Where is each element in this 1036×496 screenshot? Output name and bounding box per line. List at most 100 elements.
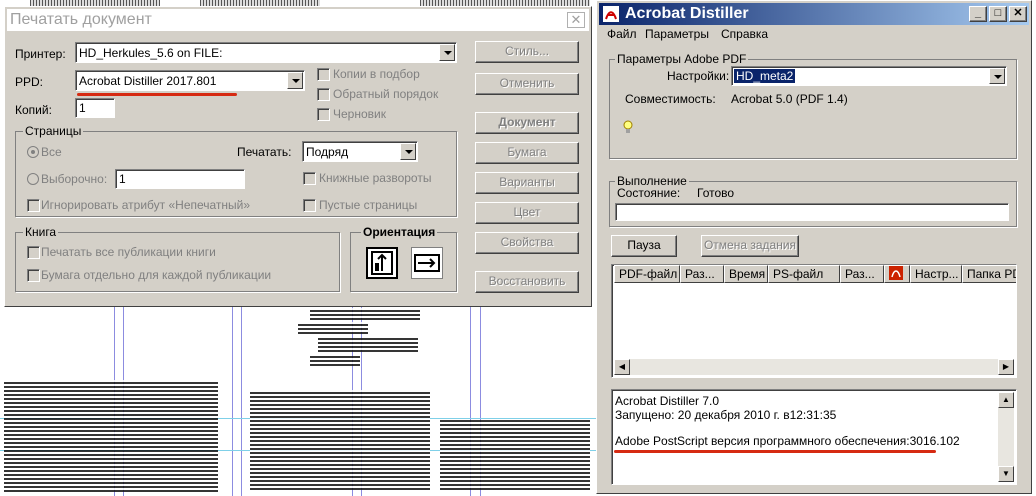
- pause-button[interactable]: Пауза: [611, 235, 677, 257]
- ppd-value: Acrobat Distiller 2017.801: [79, 74, 217, 88]
- log-line: Adobe PostScript версия программного обе…: [615, 434, 960, 448]
- status-value: Готово: [697, 186, 735, 200]
- paper-each-label: Бумага отдельно для каждой публикации: [41, 268, 272, 282]
- book-group-title: Книга: [23, 225, 59, 239]
- orientation-group-title: Ориентация: [361, 225, 438, 239]
- printer-label: Принтер:: [15, 47, 66, 61]
- horizontal-scrollbar[interactable]: ◀ ▶: [614, 359, 1014, 375]
- collate-checkbox[interactable]: [317, 68, 330, 81]
- selective-label: Выборочно:: [41, 172, 108, 186]
- landscape-icon[interactable]: [411, 247, 443, 279]
- jobs-table[interactable]: PDF-файл Раз... Время PS-файл Раз... Нас…: [611, 264, 1017, 378]
- scroll-up-icon[interactable]: ▲: [998, 392, 1014, 408]
- print-all-label: Печатать все публикации книги: [41, 245, 216, 259]
- annotation-underline: [614, 450, 936, 453]
- chevron-down-icon[interactable]: [989, 68, 1005, 84]
- print-mode-select[interactable]: Подряд: [302, 141, 418, 162]
- chevron-down-icon[interactable]: [287, 72, 303, 89]
- scroll-down-icon[interactable]: ▼: [998, 466, 1014, 482]
- copies-label: Копий:: [15, 103, 52, 117]
- dialog-title: Печатать документ: [10, 11, 152, 28]
- properties-button[interactable]: Свойства: [475, 232, 579, 254]
- col-pdf-file[interactable]: PDF-файл: [614, 265, 680, 283]
- menu-file[interactable]: Файл: [607, 27, 637, 41]
- scroll-left-icon[interactable]: ◀: [614, 359, 630, 375]
- acrobat-logo-icon: [603, 6, 619, 22]
- draft-checkbox[interactable]: [317, 108, 330, 121]
- progress-bar: [615, 203, 1009, 221]
- pages-group-title: Страницы: [23, 124, 84, 138]
- compat-value: Acrobat 5.0 (PDF 1.4): [731, 92, 848, 106]
- spreads-checkbox[interactable]: [303, 172, 316, 185]
- document-button[interactable]: Документ: [475, 112, 579, 134]
- cancel-button[interactable]: Отменить: [475, 73, 579, 95]
- settings-label: Настройки:: [667, 69, 730, 83]
- close-icon[interactable]: ✕: [567, 12, 585, 28]
- settings-select[interactable]: HD_meta2: [731, 66, 1007, 86]
- col-ps-file[interactable]: PS-файл: [768, 265, 840, 283]
- distiller-window: Acrobat Distiller _ □ ✕ Файл Параметры С…: [596, 0, 1032, 494]
- ppd-label: PPD:: [15, 75, 44, 89]
- ppd-select[interactable]: Acrobat Distiller 2017.801: [75, 70, 305, 91]
- spreads-label: Книжные развороты: [319, 171, 432, 185]
- log-line: Acrobat Distiller 7.0: [615, 394, 720, 408]
- print-mode-label: Печатать:: [237, 145, 292, 159]
- ignore-nonprint-checkbox[interactable]: [27, 199, 40, 212]
- reverse-order-label: Обратный порядок: [333, 87, 439, 101]
- style-button[interactable]: Стиль...: [475, 41, 579, 63]
- page-range-value: 1: [119, 172, 126, 186]
- distiller-title: Acrobat Distiller: [625, 5, 749, 22]
- all-pages-radio[interactable]: [27, 146, 39, 158]
- compat-label: Совместимость:: [625, 92, 716, 106]
- print-dialog: Печатать документ ✕ Принтер: HD_Herkules…: [4, 6, 592, 307]
- log-area[interactable]: Acrobat Distiller 7.0 Запущено: 20 декаб…: [611, 389, 1017, 485]
- printer-value: HD_Herkules_5.6 on FILE:: [79, 46, 223, 60]
- col-size[interactable]: Раз...: [680, 265, 724, 283]
- pdf-icon: [889, 266, 903, 280]
- print-mode-value: Подряд: [306, 145, 349, 159]
- printer-select[interactable]: HD_Herkules_5.6 on FILE:: [75, 42, 457, 63]
- copies-input[interactable]: 1: [75, 98, 115, 118]
- ignore-nonprint-label: Игнорировать атрибут «Непечатный»: [41, 198, 251, 212]
- annotation-underline: [77, 93, 237, 96]
- lightbulb-icon[interactable]: [623, 120, 633, 136]
- col-icon[interactable]: [884, 265, 910, 283]
- minimize-icon[interactable]: _: [969, 6, 987, 22]
- menu-help[interactable]: Справка: [721, 27, 768, 41]
- book-group: [15, 232, 340, 292]
- scroll-right-icon[interactable]: ▶: [998, 359, 1014, 375]
- portrait-icon[interactable]: [366, 247, 398, 279]
- cancel-job-button[interactable]: Отмена задания: [701, 235, 799, 257]
- chevron-down-icon[interactable]: [400, 143, 416, 160]
- paper-each-checkbox[interactable]: [27, 269, 40, 282]
- color-button[interactable]: Цвет: [475, 202, 579, 224]
- distiller-title-bar: Acrobat Distiller _ □ ✕: [599, 3, 1029, 25]
- selective-radio[interactable]: [27, 173, 39, 185]
- reverse-order-checkbox[interactable]: [317, 88, 330, 101]
- print-all-checkbox[interactable]: [27, 246, 40, 259]
- dialog-title-bar: Печатать документ ✕: [7, 9, 589, 31]
- chevron-down-icon[interactable]: [439, 44, 455, 61]
- log-line: Запущено: 20 декабря 2010 г. в12:31:35: [615, 408, 837, 422]
- maximize-icon[interactable]: □: [989, 6, 1007, 22]
- vertical-scrollbar[interactable]: ▲ ▼: [998, 392, 1014, 482]
- col-size-2[interactable]: Раз...: [840, 265, 884, 283]
- page-range-input[interactable]: 1: [115, 169, 245, 189]
- settings-value: HD_meta2: [734, 69, 796, 83]
- blank-pages-label: Пустые страницы: [319, 198, 418, 212]
- collate-label: Копии в подбор: [333, 67, 420, 81]
- options-button[interactable]: Варианты: [475, 172, 579, 194]
- pdf-params-title: Параметры Adobe PDF: [615, 52, 749, 66]
- col-time[interactable]: Время: [724, 265, 768, 283]
- status-label: Состояние:: [617, 186, 681, 200]
- blank-pages-checkbox[interactable]: [303, 199, 316, 212]
- draft-label: Черновик: [333, 107, 386, 121]
- col-settings[interactable]: Настр...: [910, 265, 962, 283]
- paper-button[interactable]: Бумага: [475, 142, 579, 164]
- restore-button[interactable]: Восстановить: [475, 271, 579, 293]
- menu-settings[interactable]: Параметры: [645, 27, 709, 41]
- copies-value: 1: [79, 101, 86, 115]
- close-icon[interactable]: ✕: [1009, 6, 1027, 22]
- col-pdf-folder[interactable]: Папка PDF: [962, 265, 1016, 283]
- all-pages-label: Все: [41, 145, 62, 159]
